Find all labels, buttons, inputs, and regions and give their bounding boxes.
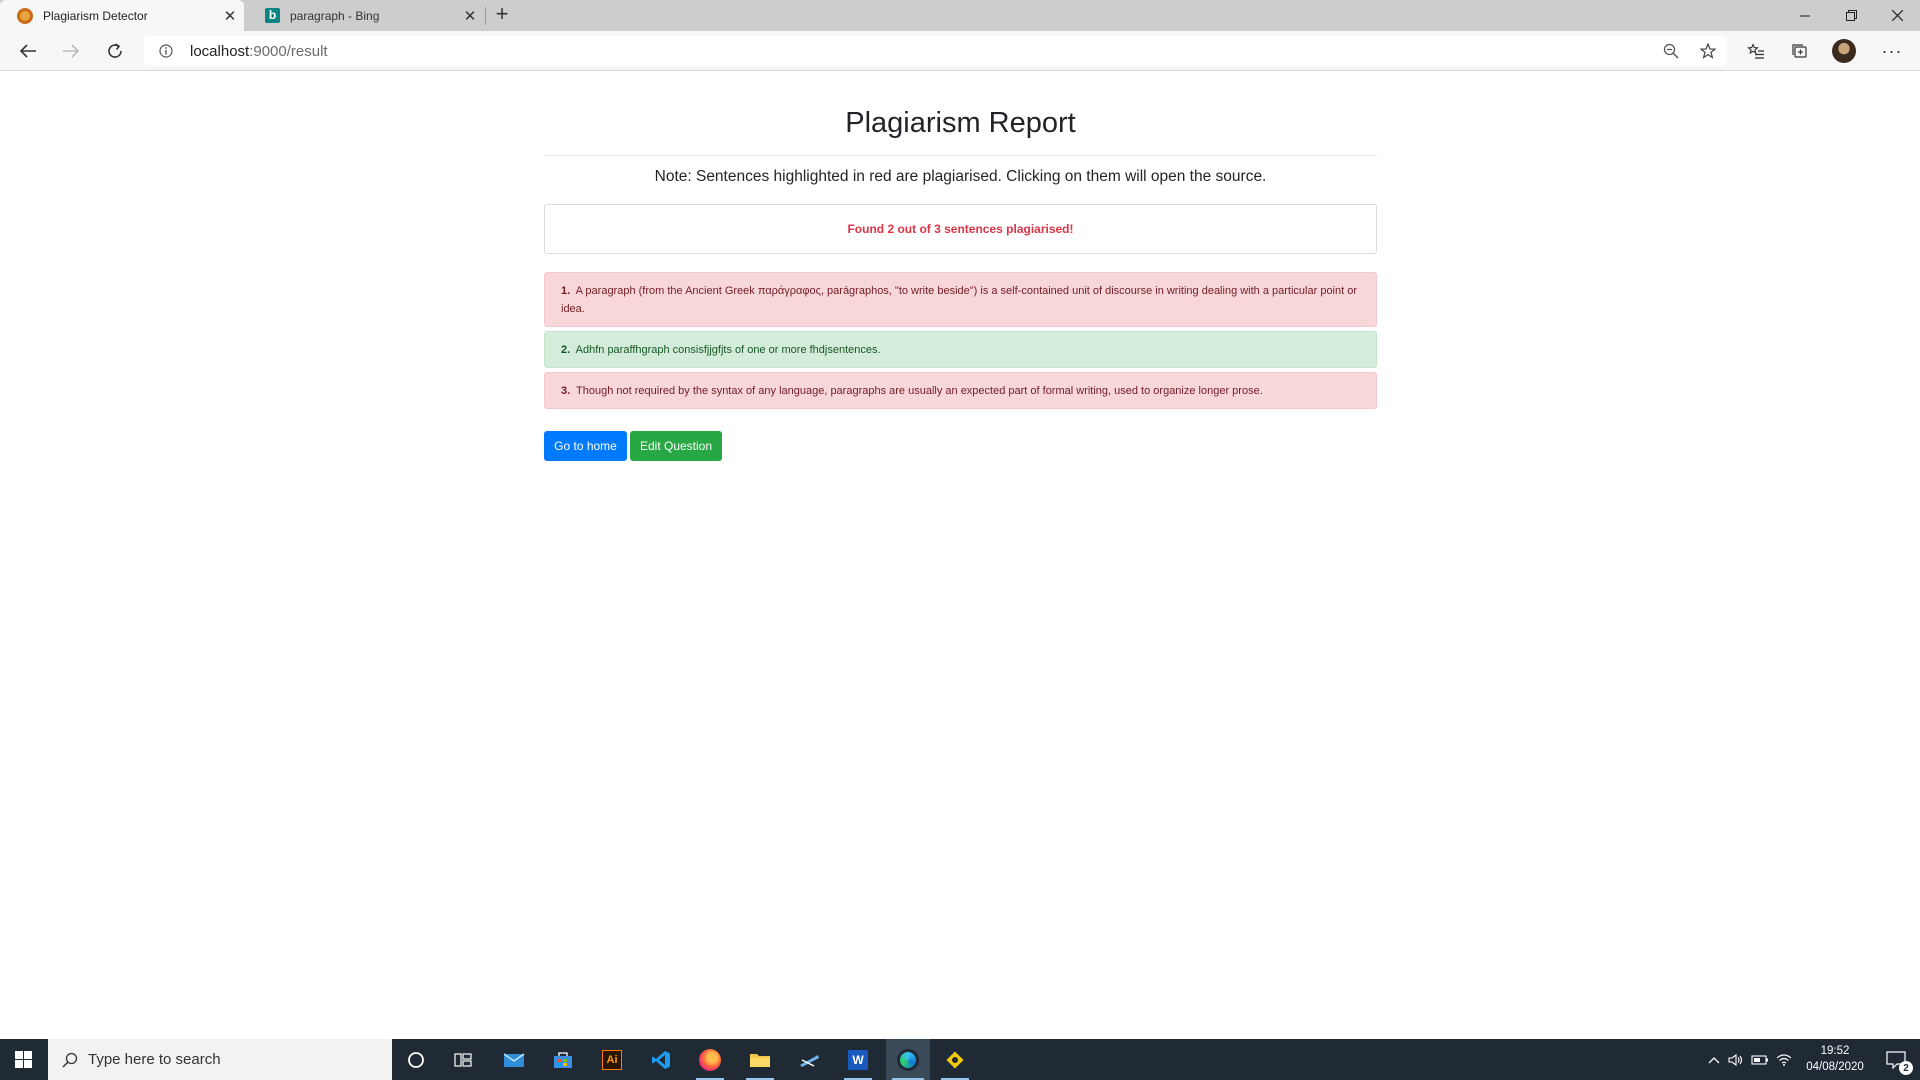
search-icon (62, 1052, 78, 1068)
sentence-number: 2. (561, 344, 571, 356)
sentence-item-1[interactable]: 1. A paragraph (from the Ancient Greek π… (544, 272, 1377, 327)
tab-strip: Plagiarism Detector ✕ b paragraph - Bing… (0, 0, 1920, 31)
url-text: localhost:9000/result (190, 43, 328, 60)
minimize-icon[interactable] (1782, 0, 1828, 31)
close-tab-icon[interactable]: ✕ (216, 7, 244, 25)
favorite-star-icon[interactable] (1693, 36, 1723, 66)
tab-title: paragraph - Bing (290, 8, 380, 23)
sentence-number: 3. (561, 385, 571, 397)
snipping-tool-icon[interactable] (789, 1039, 829, 1080)
refresh-icon[interactable] (100, 36, 130, 66)
windows-start-icon[interactable] (0, 1039, 46, 1080)
navigation-bar: localhost:9000/result ··· (0, 31, 1920, 71)
zoom-icon[interactable] (1656, 36, 1686, 66)
collections-icon[interactable] (1785, 36, 1815, 66)
sentence-text: Adhfn paraffhgraph consisfjjgfjts of one… (575, 344, 881, 356)
sentence-item-3[interactable]: 3. Though not required by the syntax of … (544, 372, 1377, 409)
sentence-number: 1. (561, 285, 571, 297)
new-tab-icon[interactable]: + (490, 3, 514, 27)
chevron-up-icon[interactable] (1704, 1039, 1724, 1080)
summary-box: Found 2 out of 3 sentences plagiarised! (544, 204, 1377, 254)
close-window-icon[interactable] (1874, 0, 1920, 31)
summary-text: Found 2 out of 3 sentences plagiarised! (847, 222, 1074, 236)
bing-icon: b (265, 8, 280, 23)
restore-icon[interactable] (1828, 0, 1874, 31)
url-path: :9000/result (249, 42, 328, 60)
taskbar-search-input[interactable]: Type here to search (48, 1039, 392, 1080)
divider (544, 155, 1377, 156)
page-content: Plagiarism Report Note: Sentences highli… (0, 71, 1920, 1039)
firefox-icon[interactable] (690, 1039, 730, 1080)
edge-icon[interactable] (886, 1039, 930, 1080)
url-host: localhost (190, 42, 250, 60)
task-view-icon[interactable] (443, 1039, 483, 1080)
favorites-icon[interactable] (1741, 36, 1771, 66)
profile-avatar[interactable] (1829, 36, 1859, 66)
back-icon[interactable] (13, 36, 43, 66)
tab-bing[interactable]: b paragraph - Bing ✕ (248, 0, 484, 31)
sentence-text: A paragraph (from the Ancient Greek παρά… (561, 285, 1358, 315)
note-text: Note: Sentences highlighted in red are p… (654, 168, 1267, 185)
battery-icon[interactable] (1750, 1039, 1770, 1080)
tab-plagiarism-detector[interactable]: Plagiarism Detector ✕ (0, 0, 244, 31)
clock-date: 04/08/2020 (1806, 1061, 1864, 1073)
address-bar[interactable]: localhost:9000/result (144, 36, 1727, 66)
orange-circle-icon (17, 7, 33, 24)
notification-badge: 2 (1899, 1061, 1913, 1075)
word-icon[interactable]: W (838, 1039, 878, 1080)
tab-separator (485, 7, 486, 25)
clock-time: 19:52 (1820, 1045, 1850, 1057)
notification-center-icon[interactable]: 2 (1878, 1039, 1914, 1080)
file-explorer-icon[interactable] (740, 1039, 780, 1080)
forward-icon[interactable] (56, 36, 86, 66)
search-placeholder: Type here to search (88, 1051, 221, 1068)
wifi-icon[interactable] (1774, 1039, 1794, 1080)
page-title: Plagiarism Report (845, 107, 1076, 139)
mail-icon[interactable] (494, 1039, 534, 1080)
go-to-home-button[interactable]: Go to home (544, 431, 627, 461)
git-kraken-icon[interactable] (935, 1039, 975, 1080)
more-options-icon[interactable]: ··· (1877, 36, 1907, 66)
vscode-icon[interactable] (641, 1039, 681, 1080)
sentence-text: Though not required by the syntax of any… (576, 385, 1263, 397)
tab-title: Plagiarism Detector (43, 8, 148, 23)
clock[interactable]: 19:52 04/08/2020 (1795, 1043, 1875, 1075)
cortana-icon[interactable] (396, 1039, 436, 1080)
volume-icon[interactable] (1726, 1039, 1746, 1080)
taskbar: Type here to search Ai W 19:52 04/08/202… (0, 1039, 1920, 1080)
illustrator-icon[interactable]: Ai (592, 1039, 632, 1080)
sentence-item-2: 2. Adhfn paraffhgraph consisfjjgfjts of … (544, 331, 1377, 368)
store-icon[interactable] (543, 1039, 583, 1080)
site-info-icon[interactable] (152, 44, 180, 58)
edit-question-button[interactable]: Edit Question (630, 431, 722, 461)
close-tab-icon[interactable]: ✕ (456, 7, 484, 25)
